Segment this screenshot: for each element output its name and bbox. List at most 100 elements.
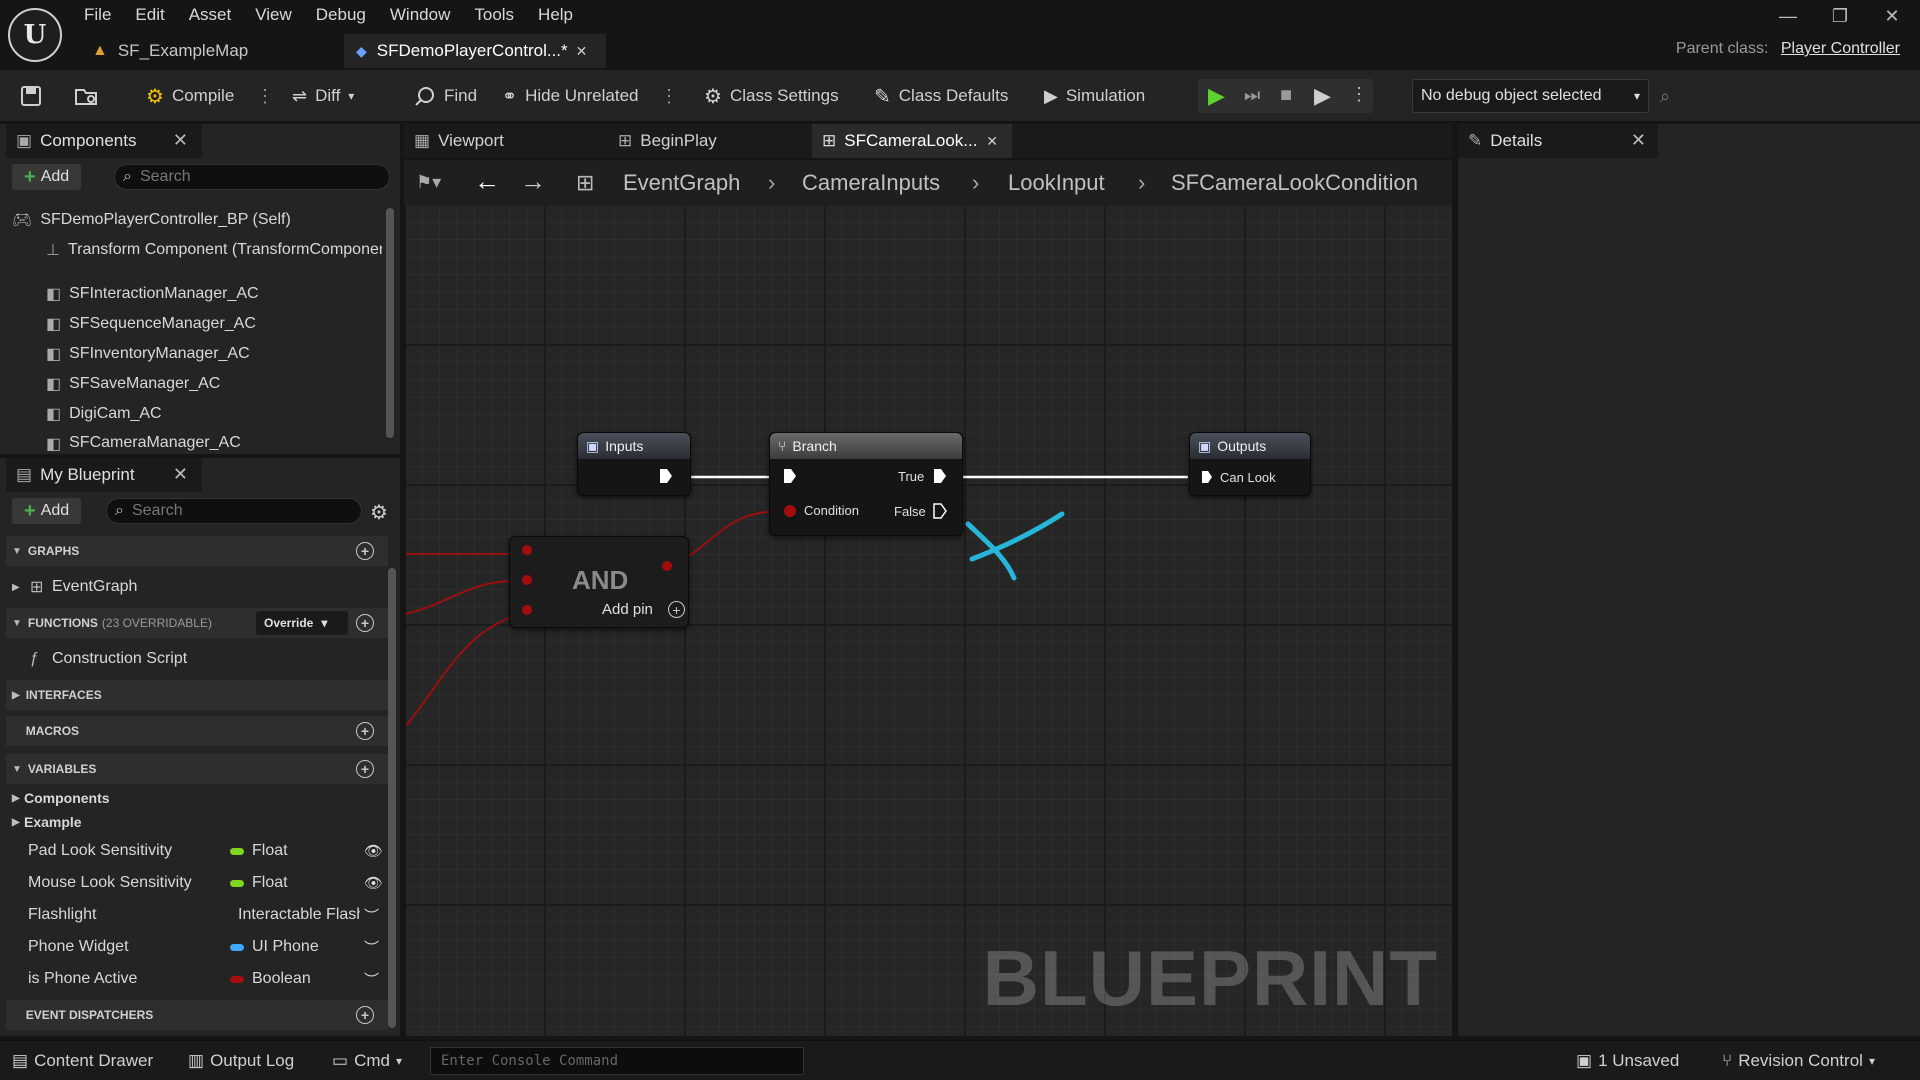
menu-debug[interactable]: Debug	[304, 0, 378, 30]
variable-type[interactable]: Interactable Flashlight	[230, 906, 360, 924]
add-macro-icon[interactable]: +	[356, 722, 374, 740]
output-log-button[interactable]: ▥ Output Log	[188, 1049, 294, 1073]
menu-window[interactable]: Window	[378, 0, 462, 30]
my-blueprint-tab[interactable]: ▤ My Blueprint ✕	[6, 458, 202, 492]
console-input[interactable]: Enter Console Command	[430, 1047, 804, 1075]
section-macros[interactable]: ▶ MACROS +	[6, 716, 388, 746]
bool-in-pin-a[interactable]	[520, 543, 534, 557]
override-dropdown[interactable]: Override ▾	[256, 611, 348, 635]
graph-canvas[interactable]: ▣ Inputs ⑂ Branch True Condition False ▣…	[406, 206, 1452, 1036]
forward-arrow-icon[interactable]: →	[520, 166, 546, 197]
breadcrumb-item[interactable]: SFCameraLookCondition	[1171, 170, 1418, 196]
section-graphs[interactable]: ▼ GRAPHS +	[6, 536, 388, 566]
compile-button[interactable]: ⚙ Compile	[146, 80, 234, 112]
add-component-button[interactable]: + Add	[12, 164, 82, 190]
breadcrumb-item[interactable]: LookInput	[1008, 170, 1105, 196]
menu-file[interactable]: File	[72, 0, 123, 30]
collapse-arrow-icon[interactable]: ▶	[12, 582, 20, 593]
stop-icon[interactable]: ■	[1280, 84, 1292, 107]
exec-out-pin[interactable]	[658, 467, 674, 485]
cmd-dropdown[interactable]: ▭ Cmd ▾	[332, 1049, 402, 1073]
var-group-components[interactable]: ▶ Components	[6, 786, 388, 810]
blueprint-search-input[interactable]: ⌕ Search	[106, 498, 362, 524]
close-icon[interactable]: ✕	[576, 43, 588, 60]
components-scrollbar[interactable]	[386, 208, 394, 438]
find-button[interactable]: Find	[414, 80, 477, 112]
component-row[interactable]: ◧ SFSequenceManager_AC	[46, 310, 382, 338]
find-debug-object-button[interactable]: ⌕	[1660, 80, 1670, 112]
variable-row[interactable]: is Phone Active Boolean ︶	[6, 964, 388, 994]
var-group-example[interactable]: ▶ Example	[6, 810, 388, 834]
close-icon[interactable]: ✕	[173, 464, 188, 485]
diff-button[interactable]: ⇌ Diff ▾	[292, 80, 354, 112]
menu-help[interactable]: Help	[526, 0, 585, 30]
eye-closed-icon[interactable]: ︶	[364, 905, 379, 926]
doc-tab-map[interactable]: ▲ SF_ExampleMap	[80, 34, 342, 68]
section-functions[interactable]: ▼ FUNCTIONS (23 OVERRIDABLE) Override ▾ …	[6, 608, 388, 638]
minimize-button[interactable]: —	[1768, 2, 1808, 30]
hide-unrelated-options-icon[interactable]: ⋮	[660, 80, 678, 112]
add-member-button[interactable]: + Add	[12, 498, 82, 524]
back-arrow-icon[interactable]: ←	[474, 166, 500, 197]
details-tab[interactable]: ✎ Details ✕	[1458, 124, 1658, 158]
bookmark-icon[interactable]: ⚑▾	[416, 172, 441, 193]
section-interfaces[interactable]: ▶ INTERFACES	[6, 680, 388, 710]
graph-item-eventgraph[interactable]: ▶ ⊞ EventGraph	[6, 572, 388, 602]
add-function-icon[interactable]: +	[356, 614, 374, 632]
save-button[interactable]	[20, 80, 42, 112]
tab-viewport[interactable]: ▦ Viewport	[404, 124, 604, 158]
simulation-button[interactable]: ▶ Simulation	[1044, 80, 1145, 112]
components-search-input[interactable]: ⌕ Search	[114, 164, 390, 190]
eye-closed-icon[interactable]: ︶	[364, 937, 379, 958]
doc-tab-blueprint[interactable]: ◆ SFDemoPlayerControl...* ✕	[344, 34, 606, 68]
eye-open-icon[interactable]: 👁︎	[364, 874, 383, 892]
section-event-dispatchers[interactable]: ▶ EVENT DISPATCHERS +	[6, 1000, 388, 1030]
exec-out-pin-true[interactable]	[932, 467, 948, 485]
exec-in-pin[interactable]	[1200, 469, 1214, 485]
component-row-transform[interactable]: ⊥ Transform Component (TransformComponen…	[46, 236, 382, 264]
menu-edit[interactable]: Edit	[123, 0, 176, 30]
variable-row[interactable]: Pad Look Sensitivity Float 👁︎	[6, 836, 388, 866]
tab-sfcameralook[interactable]: ⊞ SFCameraLook... ✕	[812, 124, 1012, 158]
eye-open-icon[interactable]: 👁︎	[364, 842, 383, 860]
variable-type[interactable]: Float	[230, 842, 360, 860]
node-and[interactable]: AND Add pin +	[509, 536, 689, 628]
hide-unrelated-button[interactable]: ⚭ Hide Unrelated	[502, 80, 639, 112]
breadcrumb-item[interactable]: CameraInputs	[802, 170, 940, 196]
variable-type[interactable]: Boolean	[230, 970, 360, 988]
eye-closed-icon[interactable]: ︶	[364, 969, 379, 990]
component-row[interactable]: ◧ SFSaveManager_AC	[46, 370, 382, 398]
debug-object-select[interactable]: No debug object selected ▾	[1412, 79, 1649, 113]
bool-in-pin-c[interactable]	[520, 603, 534, 617]
add-event-dispatcher-icon[interactable]: +	[356, 1006, 374, 1024]
close-icon[interactable]: ✕	[1631, 130, 1646, 151]
component-row-self[interactable]: 🎮︎ SFDemoPlayerController_BP (Self)	[12, 206, 382, 234]
tab-beginplay[interactable]: ⊞ BeginPlay	[608, 124, 808, 158]
parent-class-link[interactable]: Player Controller	[1781, 40, 1900, 57]
close-icon[interactable]: ✕	[173, 130, 188, 151]
exec-out-pin-false[interactable]	[932, 502, 948, 520]
variable-row[interactable]: Phone Widget UI Phone ︶	[6, 932, 388, 962]
unreal-logo-icon[interactable]: U	[8, 8, 62, 62]
bool-out-pin[interactable]	[660, 559, 674, 573]
blueprint-scrollbar[interactable]	[388, 568, 396, 1028]
variable-row[interactable]: Mouse Look Sensitivity Float 👁︎	[6, 868, 388, 898]
close-window-button[interactable]: ✕	[1872, 2, 1912, 30]
step-icon[interactable]: ⏭	[1244, 85, 1260, 106]
browse-button[interactable]	[74, 80, 100, 112]
variable-row[interactable]: Flashlight Interactable Flashlight ︶	[6, 900, 388, 930]
variable-type[interactable]: Float	[230, 874, 360, 892]
close-icon[interactable]: ✕	[986, 133, 998, 150]
bool-in-pin-b[interactable]	[520, 573, 534, 587]
play-options-icon[interactable]: ⋮	[1350, 84, 1368, 105]
component-row[interactable]: ◧ SFInteractionManager_AC	[46, 280, 382, 308]
component-row[interactable]: ◧ DigiCam_AC	[46, 400, 382, 428]
class-settings-button[interactable]: ⚙ Class Settings	[704, 80, 839, 112]
add-pin-icon[interactable]: +	[668, 601, 685, 618]
exec-in-pin[interactable]	[782, 467, 798, 485]
node-inputs[interactable]: ▣ Inputs	[577, 432, 691, 496]
node-outputs[interactable]: ▣ Outputs Can Look	[1189, 432, 1311, 496]
menu-tools[interactable]: Tools	[462, 0, 526, 30]
unsaved-button[interactable]: ▣ 1 Unsaved	[1576, 1049, 1679, 1073]
component-row[interactable]: ◧ SFInventoryManager_AC	[46, 340, 382, 368]
